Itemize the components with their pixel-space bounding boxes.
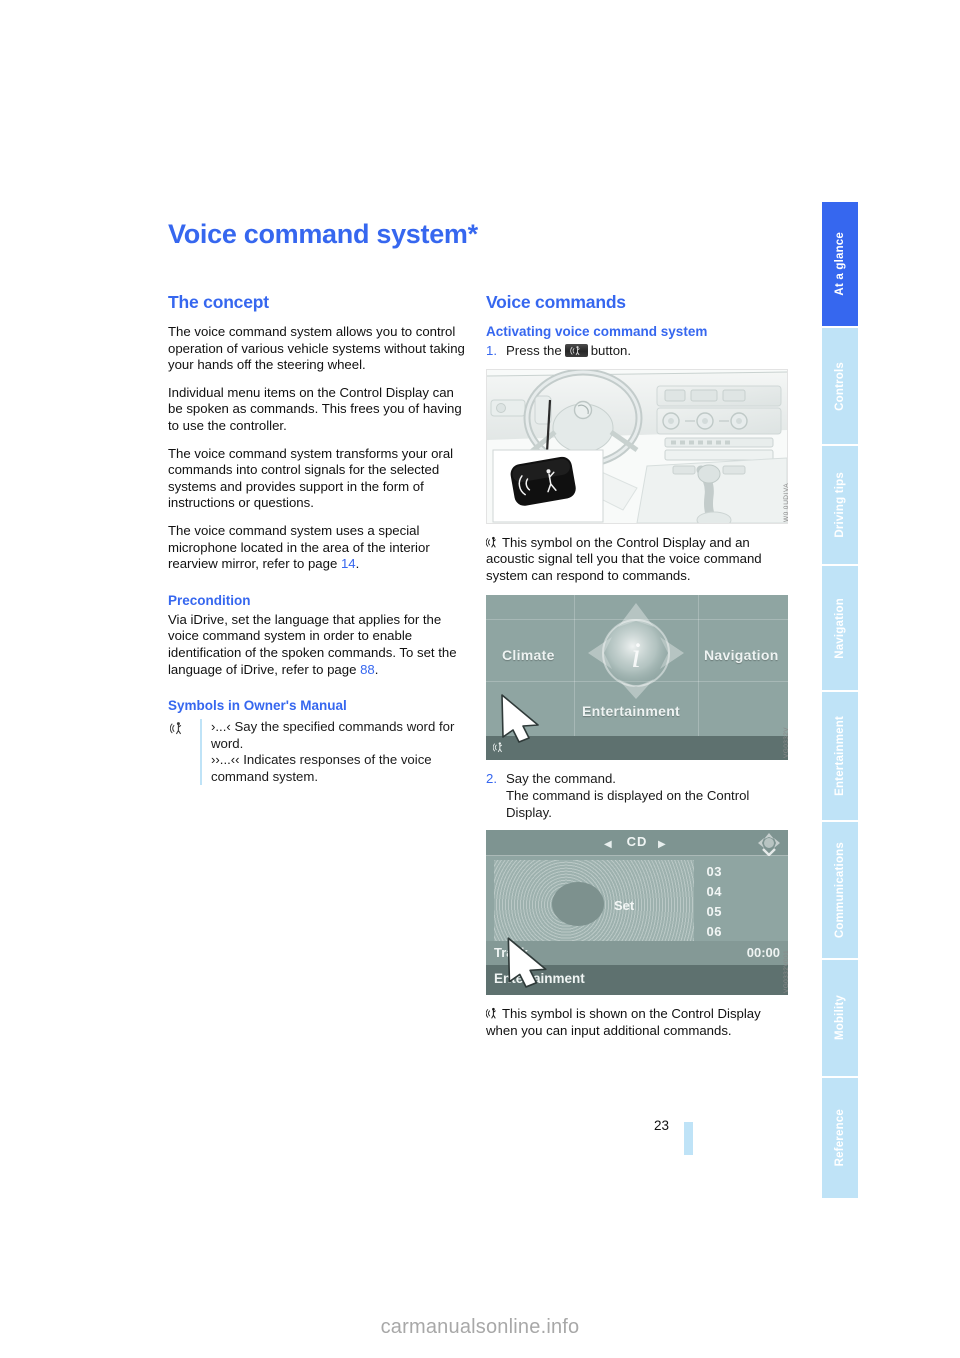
- cd-track-item[interactable]: 05: [682, 902, 722, 922]
- step-2-line-2: The command is displayed on the Control …: [506, 788, 788, 821]
- sidebar-item-reference[interactable]: Reference: [822, 1078, 858, 1198]
- cd-playback-screenshot: CD ◀ ▶ Set 03 04 05 06 00:00 Entertainme…: [486, 830, 788, 995]
- cd-title: CD: [486, 834, 788, 849]
- manual-page: Voice command system* The concept The vo…: [0, 0, 960, 1358]
- cd-track-list[interactable]: 03 04 05 06: [682, 862, 722, 942]
- step-1-text: Press the button.: [506, 343, 788, 360]
- voice-symbol-icon-2: [486, 1007, 499, 1020]
- tab-label: At a glance: [822, 232, 858, 296]
- sidebar-item-entertainment[interactable]: Entertainment: [822, 692, 858, 820]
- precondition-text-post: .: [375, 662, 379, 677]
- watermark: carmanualsonline.info: [0, 1316, 960, 1339]
- sidebar-item-mobility[interactable]: Mobility: [822, 960, 858, 1076]
- tab-label: Controls: [822, 362, 858, 411]
- page-title: Voice command system*: [168, 219, 478, 250]
- tab-label: Navigation: [822, 598, 858, 659]
- step-2-line-1: Say the command.: [506, 771, 788, 788]
- cd-disc-hub: [552, 882, 604, 926]
- page-number: 23: [654, 1118, 669, 1133]
- speaking-person-icon: [170, 721, 185, 736]
- sidebar-item-controls[interactable]: Controls: [822, 328, 858, 444]
- tab-label: Entertainment: [822, 716, 858, 796]
- sidebar-item-navigation[interactable]: Navigation: [822, 566, 858, 690]
- precondition-text-pre: Via iDrive, set the language that applie…: [168, 612, 457, 677]
- voice-command-button-icon: [565, 344, 588, 357]
- step-1-number: 1.: [486, 343, 506, 360]
- voice-symbol-icon: [486, 536, 499, 549]
- cd-next-arrow-icon[interactable]: ▶: [658, 839, 666, 850]
- tab-label: Driving tips: [822, 472, 858, 538]
- caption-voice-symbol-response: This symbol on the Control Display and a…: [486, 535, 788, 585]
- page-reference-14[interactable]: 14: [341, 556, 356, 571]
- sidebar-item-communications[interactable]: Communications: [822, 822, 858, 958]
- cd-prev-arrow-icon[interactable]: ◀: [604, 839, 612, 850]
- svg-text:i: i: [631, 635, 641, 675]
- step-2-number: 2.: [486, 771, 506, 821]
- cd-track-item[interactable]: 06: [682, 922, 722, 942]
- symbols-note-line-1: ›...‹ Say the specified commands word fo…: [211, 719, 470, 752]
- step-2-text: Say the command. The command is displaye…: [506, 771, 788, 821]
- cd-set-label[interactable]: Set: [614, 898, 634, 913]
- step-1: 1. Press the button.: [486, 343, 788, 360]
- car-interior-illustration: [486, 369, 788, 524]
- tab-label: Communications: [822, 842, 858, 938]
- concept-paragraph-3: The voice command system transforms your…: [168, 446, 470, 512]
- cd-controller-icon: [756, 832, 782, 856]
- figure-car-interior: W0 0UDIVA: [486, 369, 788, 524]
- sidebar-item-at-a-glance[interactable]: At a glance: [822, 202, 858, 326]
- symbols-note-line-2: ››...‹‹ Indicates responses of the voice…: [211, 752, 470, 785]
- symbols-note-text: ›...‹ Say the specified commands word fo…: [211, 719, 470, 785]
- chapter-tab-strip: At a glance Controls Driving tips Naviga…: [822, 202, 858, 1140]
- figure-code-cd: VG0332V001: [783, 950, 790, 993]
- precondition-paragraph: Via iDrive, set the language that applie…: [168, 612, 470, 678]
- concept-paragraph-microphone: The voice command system uses a special …: [168, 523, 470, 573]
- tab-label: Mobility: [822, 995, 858, 1040]
- cd-track-item[interactable]: 03: [682, 862, 722, 882]
- symbols-note-gutter: [168, 719, 202, 785]
- step-2: 2. Say the command. The command is displ…: [486, 771, 788, 821]
- microphone-text-post: .: [356, 556, 360, 571]
- pointer-arrow-icon-cd: [498, 934, 554, 988]
- section-heading-the-concept: The concept: [168, 292, 470, 313]
- pointer-arrow-icon: [492, 691, 546, 743]
- tab-label: Reference: [822, 1109, 858, 1166]
- left-column: The concept The voice command system all…: [168, 292, 470, 785]
- idrive-cell-climate[interactable]: Climate: [502, 647, 555, 663]
- cd-track-item[interactable]: 04: [682, 882, 722, 902]
- subsection-heading-activating: Activating voice command system: [486, 324, 788, 339]
- step-1-text-pre: Press the: [506, 343, 562, 358]
- right-column: Voice commands Activating voice command …: [486, 292, 788, 1039]
- figure-code-interior: W0 0UDIVA: [783, 483, 790, 522]
- idrive-main-menu-screenshot: i Climate Navigation Entertainment: [486, 595, 788, 760]
- step-1-text-post: button.: [591, 343, 631, 358]
- section-heading-voice-commands: Voice commands: [486, 292, 788, 313]
- caption-1-text: This symbol on the Control Display and a…: [486, 535, 762, 583]
- concept-paragraph-2: Individual menu items on the Control Dis…: [168, 385, 470, 435]
- idrive-cell-navigation[interactable]: Navigation: [704, 647, 779, 663]
- concept-paragraph-1: The voice command system allows you to c…: [168, 324, 470, 374]
- figure-cd-screen: CD ◀ ▶ Set 03 04 05 06 00:00 Entertainme…: [486, 830, 788, 995]
- figure-code-idrive: VG0332V: [783, 727, 790, 758]
- caption-2-text: This symbol is shown on the Control Disp…: [486, 1006, 761, 1038]
- cd-elapsed-time: 00:00: [747, 945, 780, 960]
- sidebar-item-driving-tips[interactable]: Driving tips: [822, 446, 858, 564]
- subsection-heading-precondition: Precondition: [168, 593, 470, 608]
- page-number-bar: [684, 1122, 693, 1155]
- caption-voice-symbol-additional: This symbol is shown on the Control Disp…: [486, 1006, 788, 1039]
- subsection-heading-symbols: Symbols in Owner's Manual: [168, 698, 470, 713]
- idrive-cell-entertainment[interactable]: Entertainment: [582, 703, 680, 719]
- symbols-note-block: ›...‹ Say the specified commands word fo…: [168, 719, 470, 785]
- page-reference-88[interactable]: 88: [360, 662, 375, 677]
- figure-idrive-menu: i Climate Navigation Entertainment VG033…: [486, 595, 788, 760]
- microphone-text-pre: The voice command system uses a special …: [168, 523, 430, 571]
